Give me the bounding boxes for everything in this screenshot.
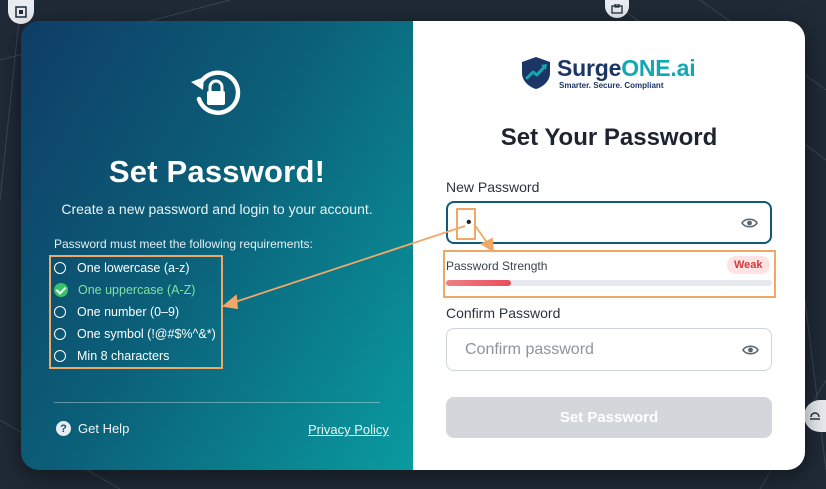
lock-refresh-icon [191,70,241,115]
footer-divider [54,402,380,403]
eye-icon[interactable] [742,344,759,356]
left-info-panel: Set Password! Create a new password and … [21,21,413,470]
eye-icon[interactable] [741,217,758,229]
password-card: Set Password! Create a new password and … [21,21,805,470]
left-title: Set Password! [108,154,326,189]
strength-highlight-box [443,250,776,298]
logo-wordmark: SurgeONE.ai [557,55,696,81]
right-form-panel: SurgeONE.ai Smarter. Secure. Compliant S… [413,21,805,470]
new-password-input[interactable]: • [446,201,772,244]
surgeone-logo: SurgeONE.ai Smarter. Secure. Compliant [520,55,696,90]
strength-bar-fill [446,280,512,286]
requirements-highlight-box [49,255,223,369]
privacy-policy-link[interactable]: Privacy Policy [308,422,389,437]
confirm-password-input[interactable]: Confirm password [446,328,772,371]
cursor-highlight-box [456,208,476,240]
strength-bar-track [446,280,772,286]
form-title: Set Your Password [500,124,718,151]
get-help-link[interactable]: ? Get Help [56,421,129,436]
set-password-button[interactable]: Set Password [446,397,772,438]
confirm-password-placeholder: Confirm password [465,340,594,358]
new-password-label: New Password [446,179,540,195]
get-help-label: Get Help [78,421,130,436]
question-circle-icon: ? [56,421,71,436]
requirements-heading: Password must meet the following require… [54,237,313,251]
left-subtitle: Create a new password and login to your … [61,201,373,217]
logo-tagline: Smarter. Secure. Compliant [559,81,664,90]
logo-brand-prefix: Surge [557,55,622,81]
shield-chart-icon [522,57,550,89]
strength-label: Password Strength [446,259,548,273]
confirm-password-label: Confirm Password [446,305,561,321]
logo-brand-suffix: ONE.ai [621,55,696,81]
strength-badge: Weak [727,256,770,274]
